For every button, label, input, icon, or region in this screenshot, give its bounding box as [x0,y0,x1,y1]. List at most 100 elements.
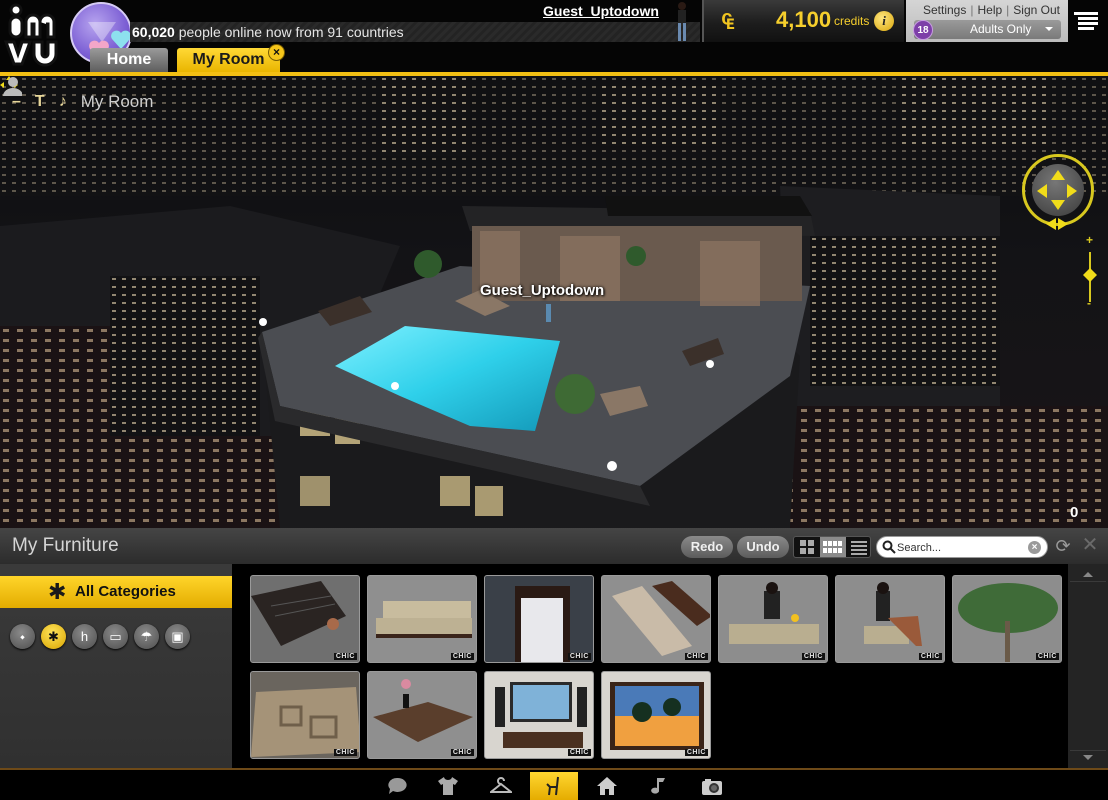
furniture-thumbnail [251,672,359,758]
tag-icon[interactable]: ⬩ [10,624,35,649]
heart-blue-icon [111,30,131,49]
creator-badge: CHIC [567,653,591,660]
dock-camera-button[interactable] [688,772,736,800]
scroll-up-icon[interactable] [1070,568,1106,582]
furniture-item[interactable]: CHIC [484,575,594,663]
help-link[interactable]: Help [977,3,1002,17]
rotate-left-icon[interactable] [1046,218,1056,230]
creator-badge: CHIC [333,749,357,756]
search-box: × [876,536,1048,558]
tshirt-icon [438,777,458,795]
furniture-scrollbar[interactable] [1068,564,1108,768]
people-icon[interactable] [0,76,22,96]
close-tab-icon[interactable]: × [268,44,285,61]
category-filter-icons: ⬩ ✱ h ▭ ☂ ▣ [10,624,190,649]
furniture-item[interactable]: CHIC [718,575,828,663]
furniture-thumbnail [485,672,593,758]
furniture-thumbnail [368,576,476,662]
furniture-item[interactable]: CHIC [601,671,711,759]
scroll-down-icon[interactable] [1070,750,1106,764]
chair-icon[interactable]: h [72,624,97,649]
age-18-badge: 18 [913,20,933,40]
dock-music-button[interactable] [636,772,684,800]
furniture-item[interactable]: CHIC [835,575,945,663]
creator-badge: CHIC [918,653,942,660]
creator-badge: CHIC [333,653,357,660]
lamp-icon[interactable]: ☂ [134,624,159,649]
home-icon [597,777,617,795]
close-panel-icon[interactable]: ✕ [1080,534,1100,556]
hanger-icon [490,777,512,793]
content-filter-value: Adults Only [970,22,1032,36]
sign-out-link[interactable]: Sign Out [1013,3,1060,17]
main-menu-icon[interactable] [1074,12,1098,30]
tab-my-room[interactable]: My Room [177,48,280,72]
room-3d-view[interactable]: – T ♪ My Room Guest_Uptodown + - 0 [0,76,1108,528]
zoom-out-icon[interactable]: - [1087,296,1091,310]
small-grid-view-icon[interactable] [820,537,846,557]
username-link[interactable]: Guest_Uptodown [543,3,659,19]
search-input[interactable] [897,539,1027,556]
all-categories-button[interactable]: ✱ All Categories [0,576,238,608]
creator-badge: CHIC [801,653,825,660]
arrow-down-icon[interactable] [1051,200,1065,210]
tv-icon[interactable]: ▣ [165,624,190,649]
furniture-thumbnail [251,576,359,662]
separator: | [970,3,974,17]
content-filter-dropdown[interactable]: Adults Only [914,20,1061,39]
refresh-icon[interactable]: ⟳ [1053,536,1073,556]
avatar-name-label[interactable]: Guest_Uptodown [480,282,604,299]
furniture-item[interactable]: CHIC [367,575,477,663]
all-categories-icon[interactable]: ✱ [41,624,66,649]
creator-badge: CHIC [450,653,474,660]
furniture-item[interactable]: CHIC [952,575,1062,663]
dock-chat-button[interactable] [373,772,421,800]
credits-label: credits [834,14,870,28]
large-grid-view-icon[interactable] [794,537,820,557]
dock-outfits-button[interactable] [424,772,472,800]
furniture-item[interactable]: CHIC [250,671,360,759]
music-note-icon[interactable]: ♪ [59,93,67,111]
info-icon[interactable]: i [874,11,894,31]
chevron-down-icon [1045,27,1053,31]
furniture-item[interactable]: CHIC [484,671,594,759]
online-count: 60,020 [132,24,175,40]
chair-icon [546,776,559,796]
furniture-item[interactable]: CHIC [367,671,477,759]
clear-search-icon[interactable]: × [1028,541,1041,554]
camera-icon [702,779,722,795]
furniture-thumbnail [602,672,710,758]
top-bar: 60,020 people online now from 91 countri… [0,0,1108,76]
list-view-icon[interactable] [846,537,872,557]
imvu-logo[interactable] [0,0,72,72]
tab-home[interactable]: Home [90,48,168,72]
arrow-left-icon[interactable] [1037,184,1047,198]
music-note-icon [651,778,665,794]
undo-button[interactable]: Undo [737,536,789,558]
creator-badge: CHIC [567,749,591,756]
creator-badge: CHIC [684,749,708,756]
redo-button[interactable]: Redo [681,536,733,558]
furniture-item[interactable]: CHIC [250,575,360,663]
furniture-panel-title: My Furniture [12,535,119,556]
separator: | [1006,3,1010,17]
rotate-right-icon[interactable] [1058,218,1068,230]
dock-furniture-button[interactable] [530,772,578,800]
arrow-right-icon[interactable] [1067,184,1077,198]
avatar-thumbnail[interactable] [672,1,692,43]
search-icon [882,540,896,554]
settings-link[interactable]: Settings [923,3,966,17]
table-icon[interactable]: ▭ [103,624,128,649]
creator-badge: CHIC [450,749,474,756]
dock-wardrobe-button[interactable] [477,772,525,800]
hammer-icon[interactable]: T [35,93,45,111]
room-title-bar: – T ♪ My Room [12,90,153,114]
credits-panel: ₠ 4,100 credits i [702,0,904,42]
dock-rooms-button[interactable] [583,772,631,800]
category-label: All Categories [75,583,176,600]
zoom-in-icon[interactable]: + [1086,233,1093,247]
arrow-up-icon[interactable] [1051,170,1065,180]
furniture-item[interactable]: CHIC [601,575,711,663]
creator-badge: CHIC [1035,653,1059,660]
credits-amount: 4,100 [776,7,832,32]
